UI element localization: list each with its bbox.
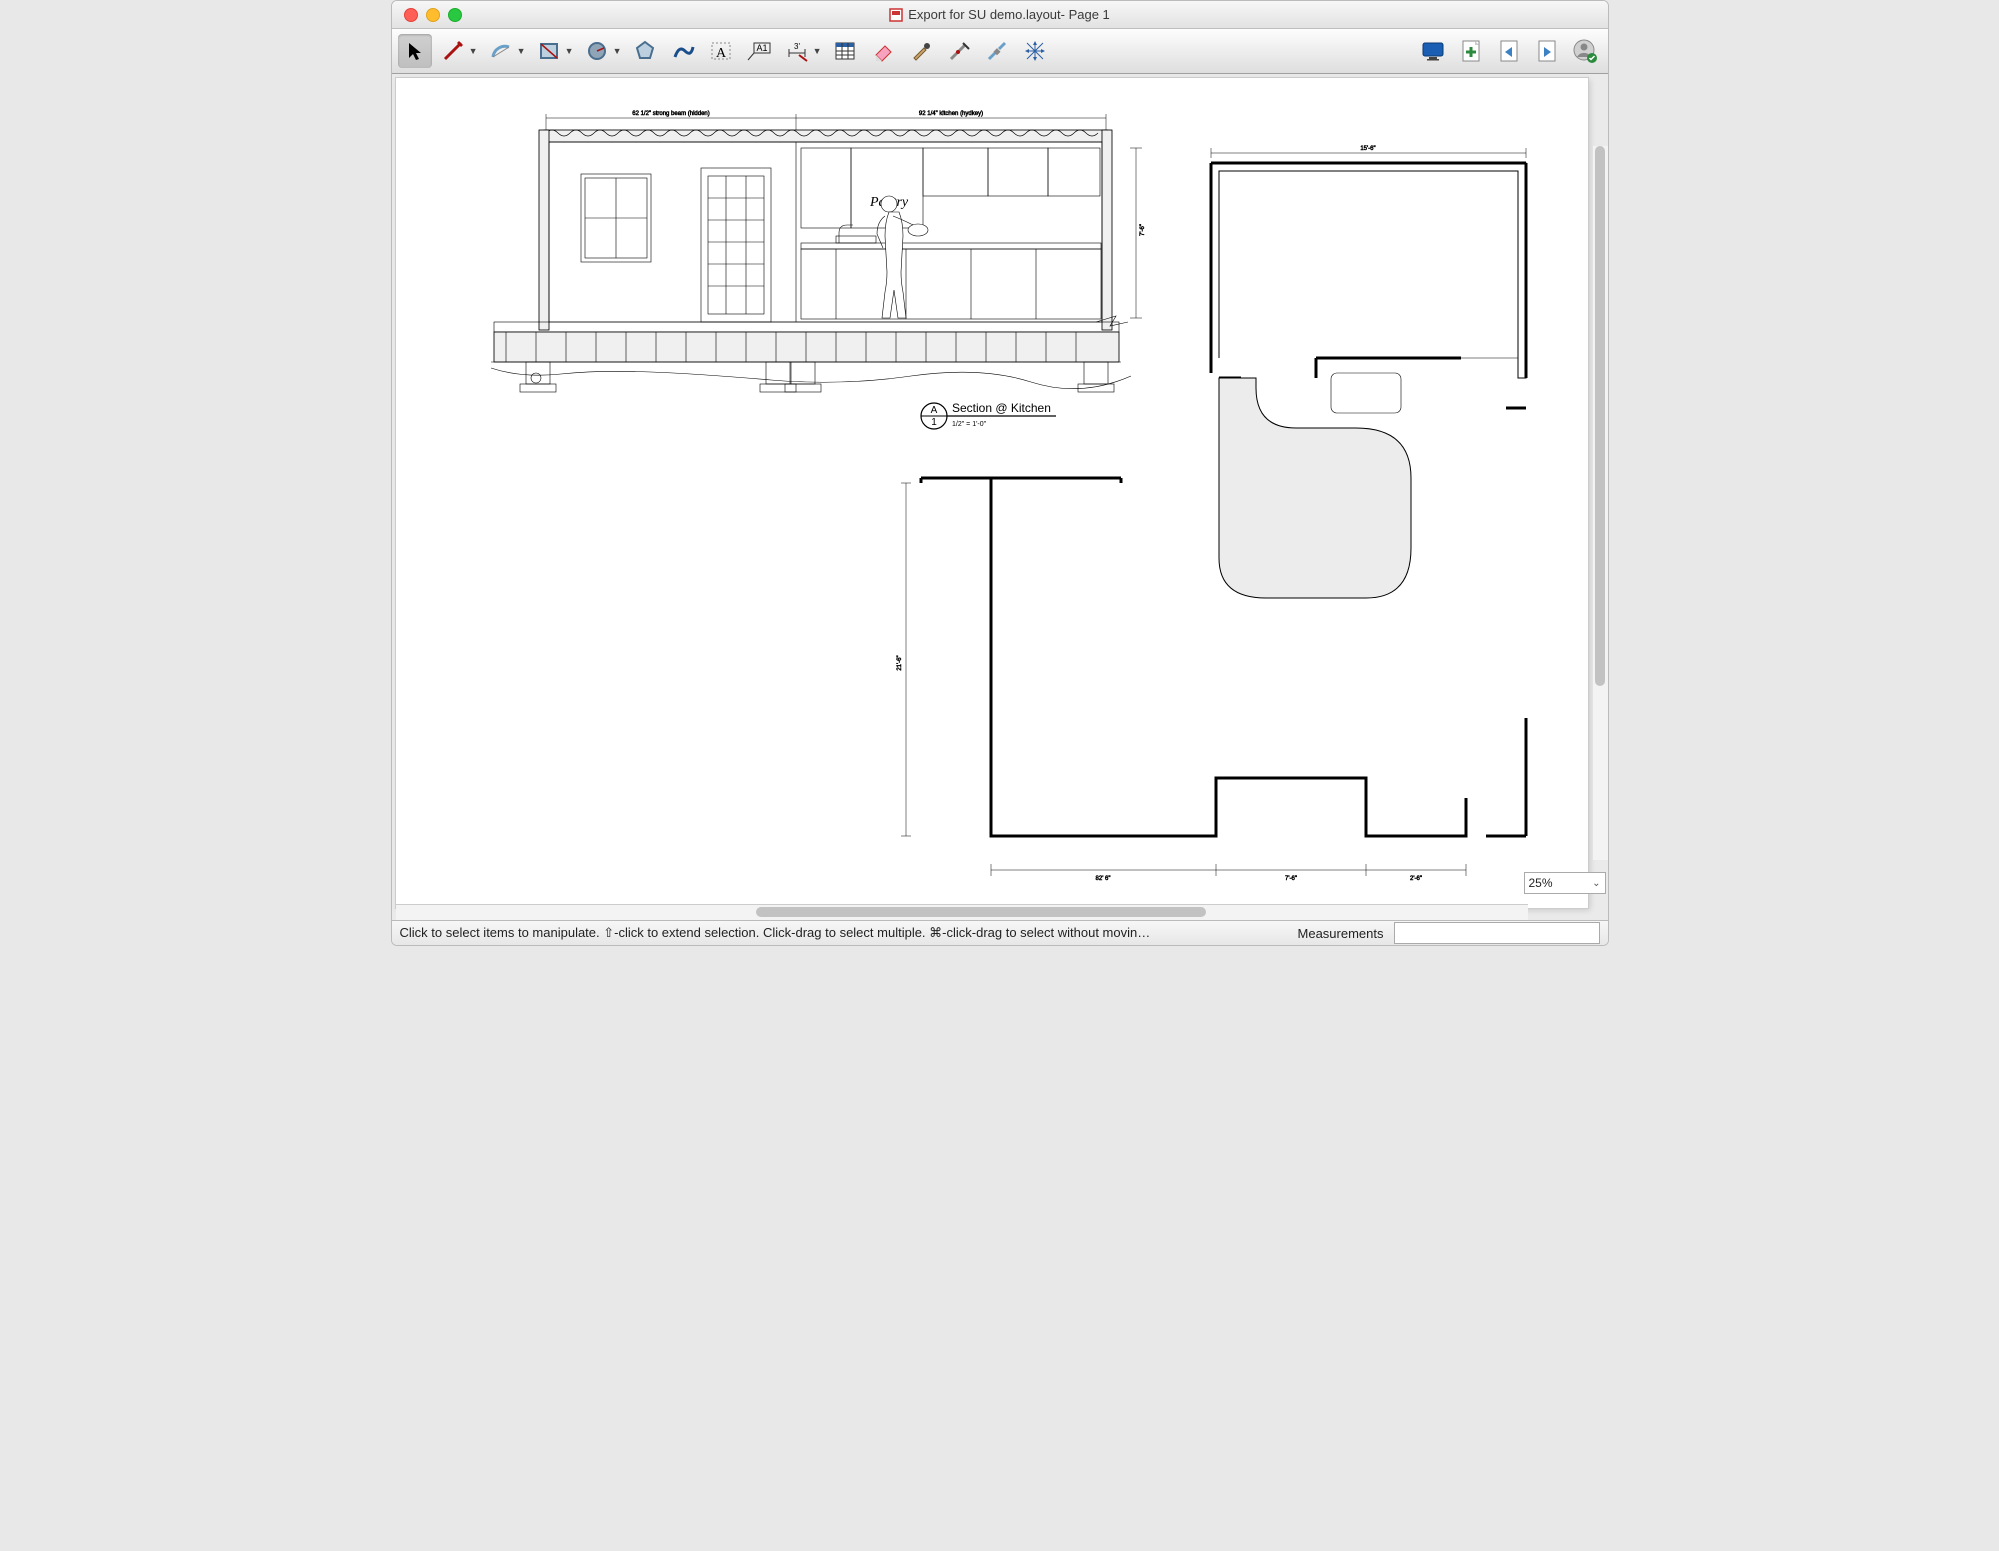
dim-height: 7'-6" xyxy=(1130,148,1146,318)
text-tool[interactable]: A xyxy=(704,34,738,68)
app-window: Export for SU demo.layout- Page 1 ▼ ▼ ▼ … xyxy=(391,0,1609,946)
rectangle-tool[interactable]: ▼ xyxy=(532,34,566,68)
dim-label: 82' 6" xyxy=(1095,876,1110,882)
circle-tool[interactable]: ▼ xyxy=(580,34,614,68)
dim-label: 62 1/2" strong beam (hidden) xyxy=(632,111,710,117)
svg-text:3': 3' xyxy=(794,42,800,51)
chevron-down-icon: ▼ xyxy=(517,46,526,56)
measurements-input[interactable] xyxy=(1394,922,1600,944)
titlebar[interactable]: Export for SU demo.layout- Page 1 xyxy=(392,1,1608,29)
section-title: Section @ Kitchen xyxy=(952,401,1051,415)
zoom-select[interactable]: 25% ⌄ xyxy=(1524,872,1606,894)
dim-label: 15'-6" xyxy=(1360,146,1375,152)
canvas-area[interactable]: 62 1/2" strong beam (hidden) 92 1/4" kit… xyxy=(392,74,1608,920)
freehand-tool[interactable] xyxy=(666,34,700,68)
dimension-tool[interactable]: 3' ▼ xyxy=(780,34,814,68)
line-tool[interactable]: ▼ xyxy=(436,34,470,68)
section-elevation: 62 1/2" strong beam (hidden) 92 1/4" kit… xyxy=(491,111,1146,429)
style-eyedropper-tool[interactable] xyxy=(904,34,938,68)
plan-lower: 21'-6" 82' 6" 7'-6" 2'-6" xyxy=(897,478,1526,882)
chevron-down-icon: ⌄ xyxy=(1592,878,1600,889)
erase-tool[interactable] xyxy=(866,34,900,68)
chevron-down-icon: ▼ xyxy=(565,46,574,56)
table-tool[interactable] xyxy=(828,34,862,68)
zoom-value: 25% xyxy=(1529,876,1553,890)
select-tool[interactable] xyxy=(398,34,432,68)
join-tool[interactable] xyxy=(980,34,1014,68)
plan-upper: 15'-6" xyxy=(1211,146,1526,598)
add-page-button[interactable] xyxy=(1454,34,1488,68)
polygon-tool[interactable] xyxy=(628,34,662,68)
dim-label: 92 1/4" kitchen (hydkey) xyxy=(918,111,982,117)
main-toolbar: ▼ ▼ ▼ ▼ A A1 3' ▼ xyxy=(392,29,1608,74)
measurements-label: Measurements xyxy=(1298,926,1384,941)
person-figure xyxy=(877,196,928,318)
section-tag-bottom: 1 xyxy=(931,417,937,428)
split-tool[interactable] xyxy=(942,34,976,68)
scrollbar-thumb[interactable] xyxy=(1595,146,1605,686)
status-hint: Click to select items to manipulate. ⇧-c… xyxy=(400,925,1288,941)
svg-text:A1: A1 xyxy=(756,43,767,53)
scrollbar-thumb[interactable] xyxy=(756,907,1206,917)
label-tool[interactable]: A1 xyxy=(742,34,776,68)
chevron-down-icon: ▼ xyxy=(813,46,822,56)
dim-label: 2'-6" xyxy=(1410,876,1422,882)
next-page-button[interactable] xyxy=(1530,34,1564,68)
status-bar: Click to select items to manipulate. ⇧-c… xyxy=(392,920,1608,945)
window-title-text: Export for SU demo.layout- Page 1 xyxy=(908,7,1110,22)
section-scale: 1/2" = 1'-0" xyxy=(952,421,987,428)
model-display-button[interactable] xyxy=(1416,34,1450,68)
svg-text:A: A xyxy=(715,46,726,61)
chevron-down-icon: ▼ xyxy=(469,46,478,56)
present-tool[interactable] xyxy=(1018,34,1052,68)
arc-tool[interactable]: ▼ xyxy=(484,34,518,68)
section-tag: A 1 Section @ Kitchen 1/2" = 1'-0" xyxy=(921,401,1056,429)
layout-page[interactable]: 62 1/2" strong beam (hidden) 92 1/4" kit… xyxy=(396,78,1588,908)
dim-top: 62 1/2" strong beam (hidden) 92 1/4" kit… xyxy=(546,111,1106,133)
dim-label: 7'-6" xyxy=(1285,876,1297,882)
previous-page-button[interactable] xyxy=(1492,34,1526,68)
section-tag-top: A xyxy=(930,405,937,416)
user-account-button[interactable] xyxy=(1568,34,1602,68)
chevron-down-icon: ▼ xyxy=(613,46,622,56)
window-title: Export for SU demo.layout- Page 1 xyxy=(392,7,1608,22)
dim-label: 21'-6" xyxy=(897,655,903,670)
drawing-canvas: 62 1/2" strong beam (hidden) 92 1/4" kit… xyxy=(396,78,1588,908)
vertical-scrollbar[interactable] xyxy=(1593,146,1608,860)
horizontal-scrollbar[interactable] xyxy=(396,904,1528,920)
dim-label: 7'-6" xyxy=(1140,224,1146,236)
layout-doc-icon xyxy=(889,8,903,22)
